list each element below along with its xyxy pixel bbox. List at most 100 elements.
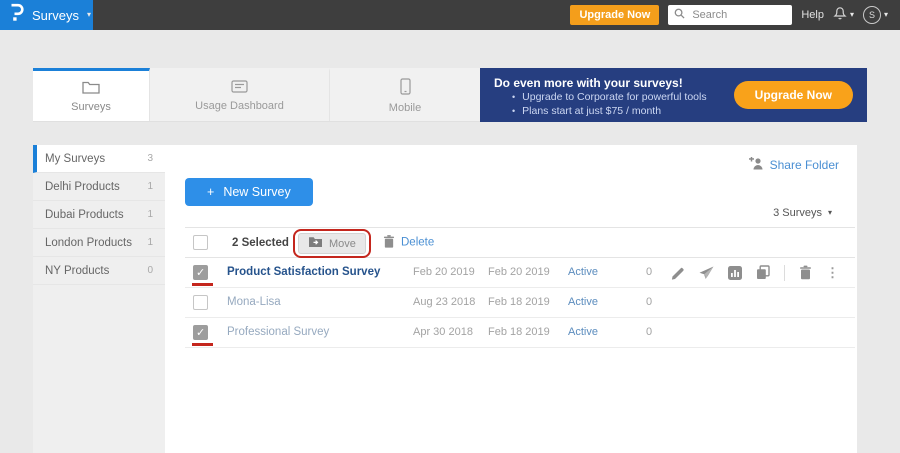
folder-count: 1 xyxy=(147,181,153,192)
brand-logo-icon xyxy=(9,3,24,27)
top-bar: Surveys ▾ Upgrade Now Help xyxy=(0,0,900,30)
row-checkbox[interactable] xyxy=(193,295,208,310)
responses-count: 0 xyxy=(646,326,652,338)
folder-label: London Products xyxy=(45,237,132,249)
bullet-icon: • xyxy=(512,104,515,118)
reports-icon[interactable] xyxy=(728,266,742,280)
folder-label: NY Products xyxy=(45,265,109,277)
chevron-down-icon: ▾ xyxy=(850,11,854,19)
table-row: Professional Survey Apr 30 2018 Feb 18 2… xyxy=(185,318,855,348)
tab-usage-dashboard[interactable]: Usage Dashboard xyxy=(150,68,330,121)
tab-label: Usage Dashboard xyxy=(195,100,284,112)
modified-date: Feb 18 2019 xyxy=(488,296,550,308)
share-folder-link[interactable]: Share Folder xyxy=(748,157,839,173)
survey-title-link[interactable]: Mona-Lisa xyxy=(227,296,281,308)
chevron-down-icon: ▾ xyxy=(87,11,91,19)
surveys-count-dropdown[interactable]: 3 Surveys ▾ xyxy=(773,207,832,219)
sidebar-item-delhi-products[interactable]: Delhi Products 1 xyxy=(33,173,165,201)
copy-icon[interactable] xyxy=(756,265,770,280)
mobile-icon xyxy=(400,78,411,98)
topbar-right: Upgrade Now Help ▾ xyxy=(570,5,900,25)
move-folder-icon xyxy=(308,236,323,251)
app-screen: Surveys ▾ Upgrade Now Help xyxy=(0,0,900,453)
selected-count-label: 2 Selected xyxy=(232,237,289,249)
section-tabs: Surveys Usage Dashboard Mobile xyxy=(33,68,480,122)
new-survey-button[interactable]: + New Survey xyxy=(185,178,313,206)
responses-count: 0 xyxy=(646,296,652,308)
avatar: S xyxy=(863,6,881,24)
banner-bullet-text: Upgrade to Corporate for powerful tools xyxy=(522,90,706,104)
help-link[interactable]: Help xyxy=(801,9,824,21)
share-folder-label: Share Folder xyxy=(770,158,839,172)
table-row: Mona-Lisa Aug 23 2018 Feb 18 2019 Active… xyxy=(185,288,855,318)
folder-count: 1 xyxy=(147,209,153,220)
modified-date: Feb 18 2019 xyxy=(488,326,550,338)
folder-label: Dubai Products xyxy=(45,209,124,221)
tab-surveys[interactable]: Surveys xyxy=(33,68,150,121)
row-checkbox[interactable] xyxy=(193,325,208,340)
plus-icon: + xyxy=(207,185,214,199)
sidebar-item-my-surveys[interactable]: My Surveys 3 xyxy=(33,145,165,173)
tab-label: Mobile xyxy=(389,102,421,114)
folder-count: 1 xyxy=(147,237,153,248)
move-button[interactable]: Move xyxy=(298,233,366,254)
responses-count: 0 xyxy=(646,266,652,278)
bell-icon xyxy=(833,5,847,25)
banner-bullet-text: Plans start at just $75 / month xyxy=(522,104,661,118)
edit-icon[interactable] xyxy=(671,266,685,280)
surveys-count-label: 3 Surveys xyxy=(773,207,822,219)
status-badge[interactable]: Active xyxy=(568,326,598,338)
survey-title-link[interactable]: Product Satisfaction Survey xyxy=(227,266,380,278)
search-input[interactable] xyxy=(690,8,786,22)
new-survey-label: New Survey xyxy=(223,185,290,199)
folder-icon xyxy=(82,80,100,97)
actions-divider xyxy=(784,265,785,281)
upgrade-now-button[interactable]: Upgrade Now xyxy=(570,5,659,25)
banner-upgrade-button[interactable]: Upgrade Now xyxy=(734,81,853,109)
created-date: Aug 23 2018 xyxy=(413,296,475,308)
survey-title-link[interactable]: Professional Survey xyxy=(227,326,329,338)
delete-button[interactable]: Delete xyxy=(383,234,434,251)
move-label: Move xyxy=(329,238,356,250)
dashboard-icon xyxy=(231,80,248,96)
app-menu-label: Surveys xyxy=(32,8,79,23)
folder-count: 3 xyxy=(147,153,153,164)
folder-label: My Surveys xyxy=(45,153,105,165)
more-options-icon[interactable]: ⋮ xyxy=(826,266,839,279)
select-all-checkbox[interactable] xyxy=(193,235,208,250)
bulk-actions-toolbar: 2 Selected Move xyxy=(185,227,855,258)
sidebar-item-ny-products[interactable]: NY Products 0 xyxy=(33,257,165,285)
checkbox-annotation-underline xyxy=(192,343,213,346)
trash-icon[interactable] xyxy=(799,265,812,280)
chevron-down-icon: ▾ xyxy=(884,11,888,19)
tab-label: Surveys xyxy=(71,101,111,113)
status-badge[interactable]: Active xyxy=(568,266,598,278)
tab-mobile[interactable]: Mobile xyxy=(330,68,480,121)
delete-label: Delete xyxy=(401,237,434,249)
search-box[interactable] xyxy=(668,5,792,25)
notifications-menu[interactable]: ▾ xyxy=(833,5,854,25)
created-date: Apr 30 2018 xyxy=(413,326,473,338)
sidebar-item-london-products[interactable]: London Products 1 xyxy=(33,229,165,257)
sidebar-item-dubai-products[interactable]: Dubai Products 1 xyxy=(33,201,165,229)
status-badge[interactable]: Active xyxy=(568,296,598,308)
row-checkbox[interactable] xyxy=(193,265,208,280)
folders-sidebar: My Surveys 3 Delhi Products 1 Dubai Prod… xyxy=(33,145,165,453)
search-icon xyxy=(674,6,685,24)
move-annotation-box: Move xyxy=(293,229,371,258)
checkbox-annotation-underline xyxy=(192,283,213,286)
add-user-icon xyxy=(748,157,764,173)
account-menu[interactable]: S ▾ xyxy=(863,6,888,24)
promo-banner: Do even more with your surveys! • Upgrad… xyxy=(480,68,867,122)
bullet-icon: • xyxy=(512,90,515,104)
chevron-down-icon: ▾ xyxy=(828,209,832,217)
folder-count: 0 xyxy=(147,265,153,276)
created-date: Feb 20 2019 xyxy=(413,266,475,278)
row-actions: ⋮ xyxy=(671,258,839,287)
folder-label: Delhi Products xyxy=(45,181,120,193)
modified-date: Feb 20 2019 xyxy=(488,266,550,278)
app-switcher[interactable]: Surveys ▾ xyxy=(0,0,93,30)
table-row: Product Satisfaction Survey Feb 20 2019 … xyxy=(185,258,855,288)
trash-icon xyxy=(383,234,395,251)
send-icon[interactable] xyxy=(699,266,714,280)
